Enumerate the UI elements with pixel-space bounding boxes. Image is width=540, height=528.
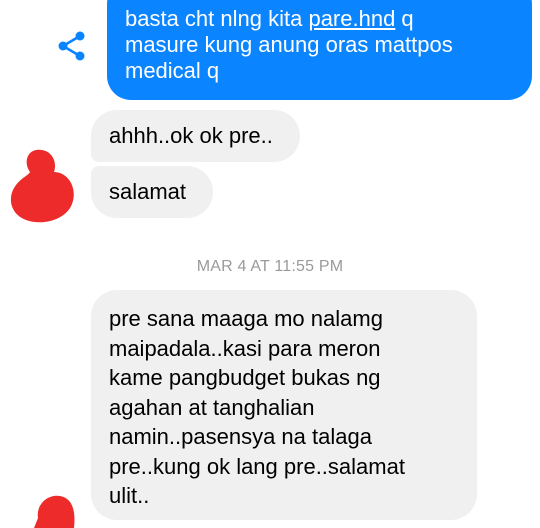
message-link[interactable]: pare.hnd bbox=[308, 6, 395, 31]
incoming-message-line: maipadala..kasi para meron bbox=[109, 335, 381, 361]
message-thread: basta cht nlng kita pare.hnd q masure ku… bbox=[0, 0, 540, 528]
outgoing-message-line: basta cht nlng kita pare.hnd q bbox=[125, 6, 514, 32]
incoming-message-bubble[interactable]: ahhh..ok ok pre.. bbox=[91, 110, 300, 162]
outgoing-message-line: medical q bbox=[125, 58, 220, 83]
message-timestamp: MAR 4 AT 11:55 PM bbox=[196, 258, 344, 275]
outgoing-text: basta cht nlng kita bbox=[125, 6, 309, 31]
incoming-message-line: pre..kung ok lang pre..salamat bbox=[109, 453, 405, 479]
redacted-avatar bbox=[10, 149, 74, 223]
incoming-message-line: namin..pasensya na talaga bbox=[109, 424, 372, 449]
outgoing-text: q bbox=[395, 6, 414, 31]
outgoing-message-bubble[interactable]: basta cht nlng kita pare.hnd q masure ku… bbox=[107, 0, 532, 100]
incoming-message-line: pre sana maaga mo nalamg bbox=[109, 306, 383, 331]
incoming-message-line: ulit.. bbox=[109, 483, 150, 508]
incoming-message-line: kame pangbudget bukas ng bbox=[109, 365, 381, 390]
share-icon[interactable] bbox=[56, 30, 88, 62]
redacted-avatar bbox=[34, 495, 75, 528]
incoming-message-bubble[interactable]: pre sana maaga mo nalamg maipadala..kasi… bbox=[91, 290, 477, 520]
incoming-message-bubble[interactable]: salamat bbox=[91, 166, 213, 218]
outgoing-message-line: masure kung anung oras mattpos bbox=[125, 32, 453, 57]
incoming-message-line: agahan at tanghalian bbox=[109, 394, 315, 420]
